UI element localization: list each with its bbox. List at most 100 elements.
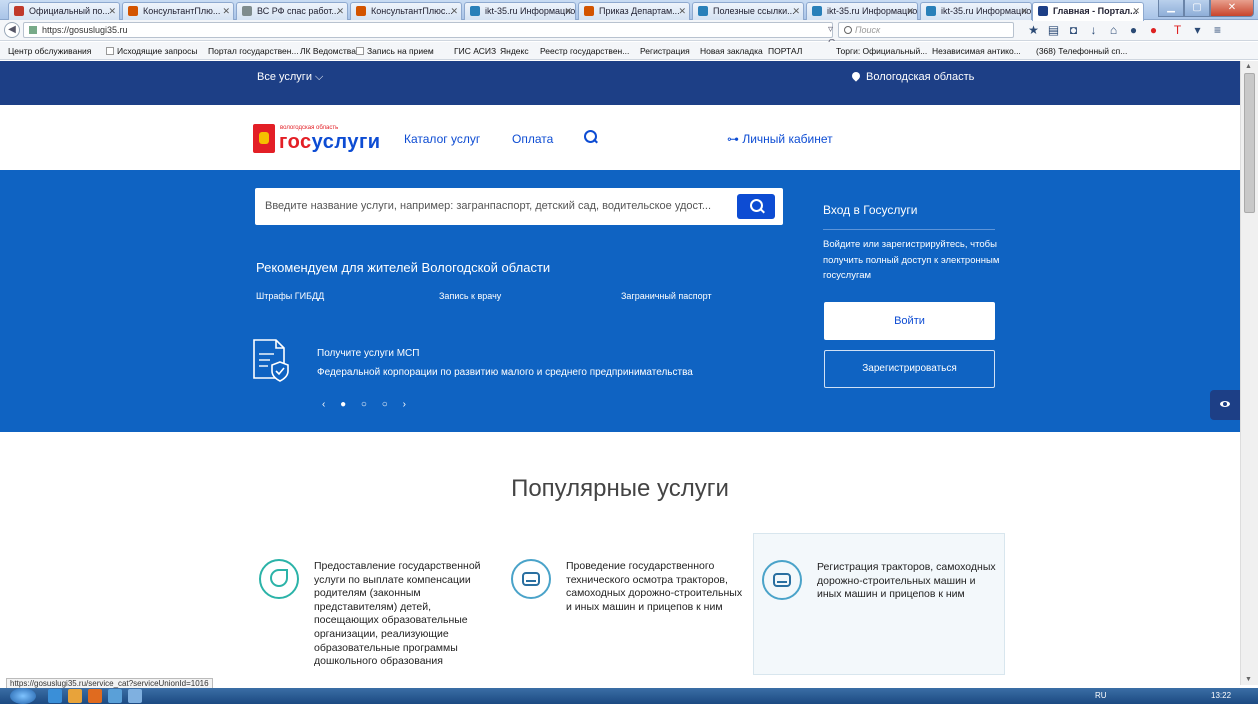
- location-pin-icon: [850, 70, 862, 82]
- firefox-icon[interactable]: [88, 689, 102, 703]
- browser-tab[interactable]: Официальный по... ✕: [8, 2, 120, 20]
- login-description: Войдите или зарегистрируйтесь, чтобы пол…: [823, 239, 1000, 281]
- register-button[interactable]: Зарегистрироваться: [824, 350, 995, 388]
- service-card[interactable]: Предоставление государственной услуги по…: [251, 533, 503, 675]
- bookmark-item[interactable]: Торги: Официальный...: [836, 42, 927, 59]
- top-bar: Все услуги ⌵ Вологодская область: [0, 61, 1240, 105]
- browser-tab[interactable]: ВС РФ спас работ... ✕: [236, 2, 348, 20]
- ie-icon[interactable]: [48, 689, 62, 703]
- close-tab-icon[interactable]: ✕: [906, 3, 914, 19]
- app-icon[interactable]: [128, 689, 142, 703]
- close-tab-icon[interactable]: ✕: [1020, 3, 1028, 19]
- service-search-input[interactable]: Введите название услуги, например: загра…: [255, 188, 783, 225]
- bookmark-item[interactable]: ЛК Ведомства: [300, 42, 356, 59]
- close-tab-icon[interactable]: ✕: [678, 3, 686, 19]
- adblock-icon[interactable]: ●: [1146, 23, 1161, 38]
- browser-tab[interactable]: Приказ Департам... ✕: [578, 2, 690, 20]
- scroll-thumb[interactable]: [1244, 73, 1255, 213]
- recommended-link[interactable]: Запись к врачу: [439, 291, 501, 301]
- accessibility-eye-icon[interactable]: [1210, 390, 1240, 420]
- browser-search-input[interactable]: Поиск: [838, 22, 1014, 38]
- all-services-menu[interactable]: Все услуги ⌵: [257, 61, 323, 93]
- bookmark-item[interactable]: ПОРТАЛ: [768, 42, 802, 59]
- close-tab-icon[interactable]: ✕: [336, 3, 344, 19]
- bookmark-item[interactable]: Новая закладка: [700, 42, 763, 59]
- site-header: вологодская область госуслуги Каталог ус…: [0, 105, 1240, 170]
- carousel-controls[interactable]: ‹ ● ○ ○ ›: [322, 399, 412, 410]
- close-tab-icon[interactable]: ✕: [450, 3, 458, 19]
- search-placeholder: Введите название услуги, например: загра…: [265, 200, 712, 212]
- address-bar[interactable]: https://gosuslugi35.ru ▿ C: [23, 22, 835, 49]
- service-card-text: Предоставление государственной услуги по…: [314, 560, 481, 668]
- search-button[interactable]: [737, 194, 775, 219]
- personal-cabinet-link[interactable]: ⊶ Личный кабинет: [727, 132, 833, 146]
- folder-icon: [356, 47, 364, 55]
- translate-icon[interactable]: T: [1170, 23, 1185, 38]
- windows-taskbar: RU 13:22: [0, 688, 1258, 704]
- close-tab-icon[interactable]: ✕: [222, 3, 230, 19]
- scroll-up-icon[interactable]: ▲: [1245, 63, 1252, 70]
- close-tab-icon[interactable]: ✕: [564, 3, 572, 19]
- scroll-down-icon[interactable]: ▼: [1245, 676, 1252, 683]
- maximize-icon[interactable]: ▢: [1184, 0, 1210, 17]
- favicon-icon: [128, 6, 138, 16]
- browser-tab[interactable]: КонсультантПлюс... ✕: [350, 2, 462, 20]
- bookmark-item[interactable]: Запись на прием: [356, 42, 434, 59]
- favicon-icon: [470, 6, 480, 16]
- explorer-icon[interactable]: [68, 689, 82, 703]
- bookmark-item[interactable]: Центр обслуживания: [8, 42, 91, 59]
- browser-nav-bar: ◀ https://gosuslugi35.ru ▿ C Поиск ★ ▤ ◘…: [0, 20, 1258, 49]
- folder-icon: [106, 47, 114, 55]
- app-icon[interactable]: [108, 689, 122, 703]
- bookmark-item[interactable]: ГИС АСИЗ: [454, 42, 496, 59]
- browser-tab[interactable]: Полезные ссылки... ✕: [692, 2, 804, 20]
- catalog-link[interactable]: Каталог услуг: [404, 132, 480, 146]
- bookmarks-library-icon[interactable]: ▤: [1046, 23, 1061, 38]
- gosuslugi-logo[interactable]: вологодская область госуслуги: [253, 124, 393, 156]
- pocket-icon[interactable]: ◘: [1066, 23, 1081, 38]
- region-selector[interactable]: Вологодская область: [850, 61, 974, 93]
- bookmark-item[interactable]: Исходящие запросы: [106, 42, 198, 59]
- bookmark-item[interactable]: Реестр государствен...: [540, 42, 629, 59]
- start-button[interactable]: [10, 688, 36, 704]
- login-button[interactable]: Войти: [824, 302, 995, 340]
- promo-title[interactable]: Получите услуги МСП: [317, 348, 419, 359]
- browser-tab[interactable]: ikt-35.ru Информацио... ✕: [806, 2, 918, 20]
- service-card-text: Проведение государственного технического…: [566, 560, 743, 613]
- back-arrow-icon[interactable]: ◀: [4, 22, 20, 38]
- favicon-icon: [812, 6, 822, 16]
- close-window-icon[interactable]: ✕: [1210, 0, 1254, 17]
- bookmark-item[interactable]: Регистрация: [640, 42, 690, 59]
- recommended-link[interactable]: Штрафы ГИБДД: [256, 291, 324, 301]
- browser-tab[interactable]: КонсультантПлю... ✕: [122, 2, 234, 20]
- recommended-link[interactable]: Заграничный паспорт: [621, 291, 712, 301]
- favicon-icon: [698, 6, 708, 16]
- bookmark-item[interactable]: Независимая антико...: [932, 42, 1021, 59]
- home-icon[interactable]: ⌂: [1106, 23, 1121, 38]
- search-icon[interactable]: [584, 130, 598, 144]
- language-indicator[interactable]: RU: [1095, 688, 1107, 704]
- service-card-text: Регистрация тракторов, самоходных дорожн…: [817, 561, 996, 601]
- menu-icon[interactable]: ≡: [1210, 23, 1225, 38]
- bookmark-item[interactable]: Портал государствен...: [208, 42, 299, 59]
- payment-link[interactable]: Оплата: [512, 132, 553, 146]
- star-bookmark-icon[interactable]: ★: [1026, 23, 1041, 38]
- close-tab-icon[interactable]: ✕: [1132, 3, 1140, 19]
- page-scrollbar[interactable]: ▲ ▼: [1240, 61, 1258, 685]
- dropdown-icon[interactable]: ▾: [1190, 23, 1205, 38]
- browser-tab[interactable]: ikt-35.ru Информацио... ✕: [920, 2, 1032, 20]
- minimize-icon[interactable]: ▁: [1158, 0, 1184, 17]
- download-icon[interactable]: ↓: [1086, 23, 1101, 38]
- bookmark-item[interactable]: Яндекс: [500, 42, 529, 59]
- browser-tab-active[interactable]: Главная - Портал... ✕: [1032, 2, 1144, 21]
- window-controls: ▁ ▢ ✕: [1158, 0, 1254, 17]
- service-card[interactable]: Регистрация тракторов, самоходных дорожн…: [753, 533, 1005, 675]
- browser-tab[interactable]: ikt-35.ru Информацио... ✕: [464, 2, 576, 20]
- clock[interactable]: 13:22: [1211, 688, 1231, 704]
- close-tab-icon[interactable]: ✕: [108, 3, 116, 19]
- favicon-icon: [14, 6, 24, 16]
- close-tab-icon[interactable]: ✕: [792, 3, 800, 19]
- service-card[interactable]: Проведение государственного технического…: [503, 533, 755, 675]
- chat-icon[interactable]: ●: [1126, 23, 1141, 38]
- bookmark-item[interactable]: (368) Телефонный сп...: [1036, 42, 1127, 59]
